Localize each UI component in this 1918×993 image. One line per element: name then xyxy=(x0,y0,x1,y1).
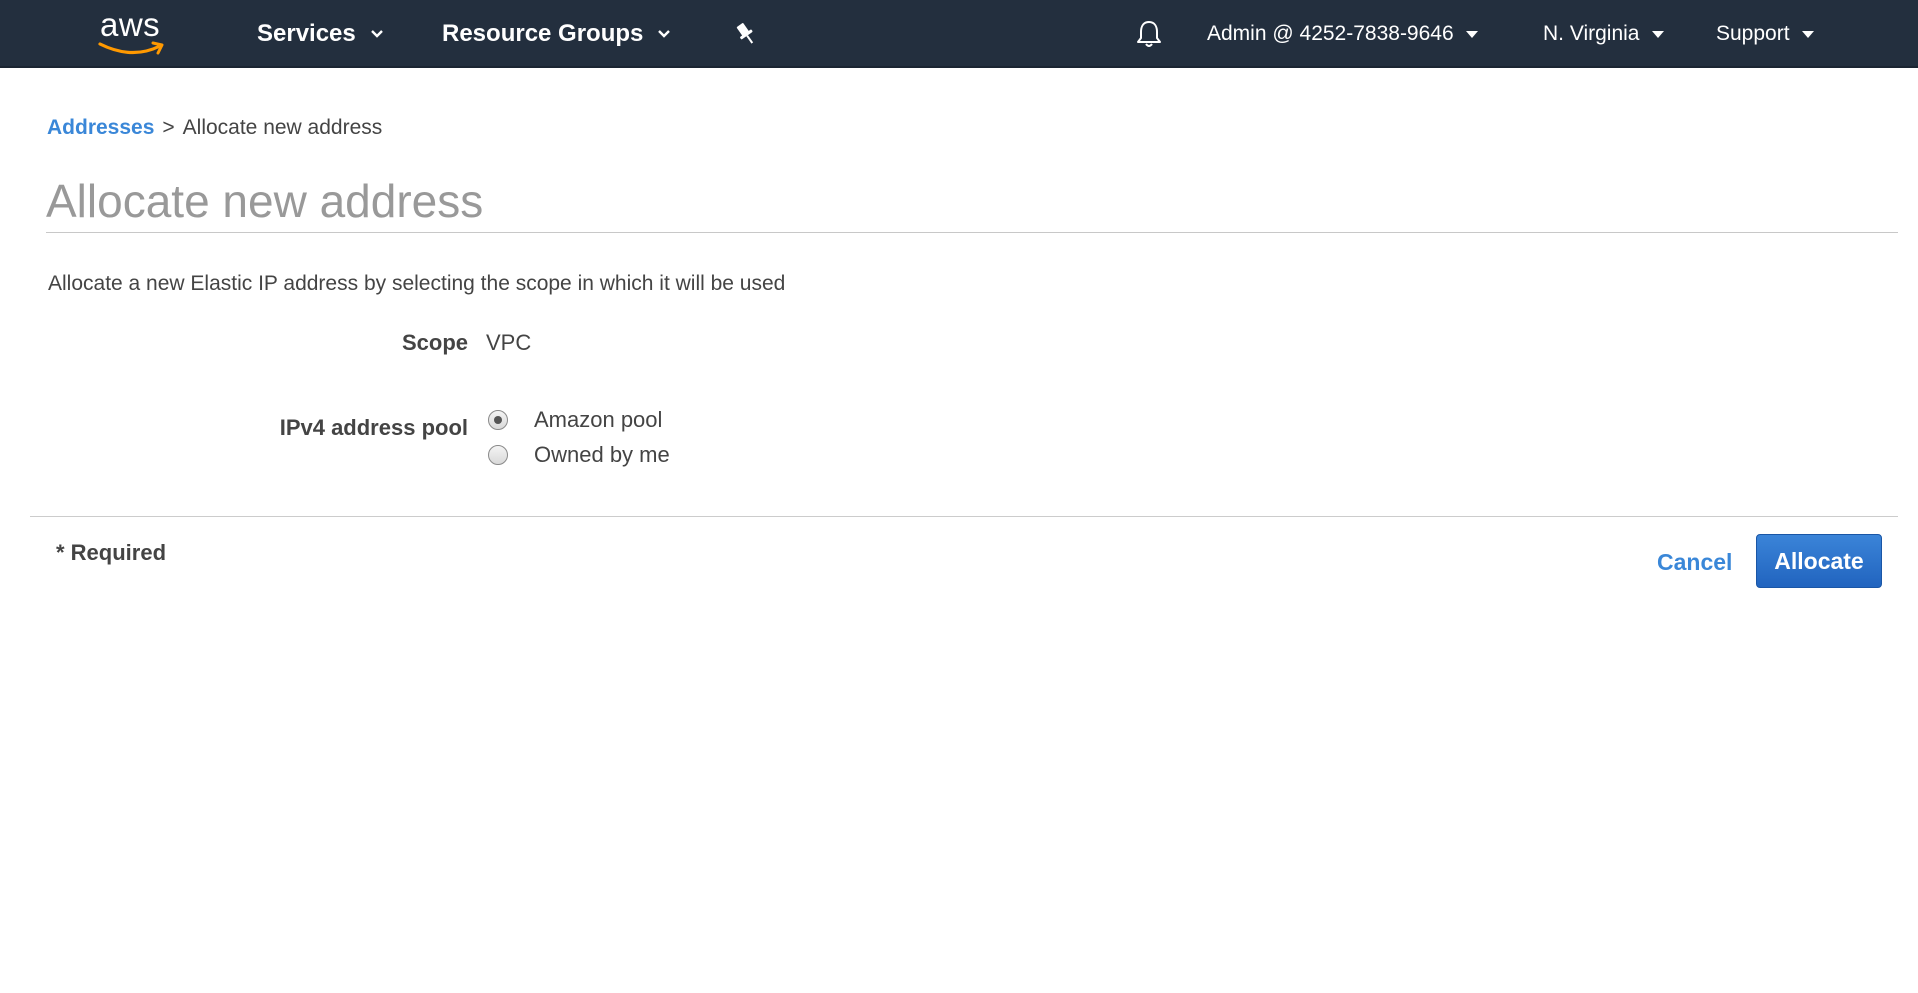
radio-button-amazon-pool[interactable] xyxy=(488,410,508,430)
radio-button-owned-by-me[interactable] xyxy=(488,445,508,465)
chevron-down-icon xyxy=(370,30,383,38)
resource-groups-menu[interactable]: Resource Groups xyxy=(442,0,671,68)
aws-smile-icon xyxy=(98,41,164,55)
footer-divider xyxy=(30,516,1898,517)
breadcrumb-separator: > xyxy=(162,116,175,139)
scope-label: Scope xyxy=(401,330,468,355)
region-menu[interactable]: N. Virginia xyxy=(1543,0,1664,68)
breadcrumb-current: Allocate new address xyxy=(182,116,383,139)
page-description: Allocate a new Elastic IP address by sel… xyxy=(48,272,786,295)
caret-down-icon xyxy=(1465,30,1478,38)
breadcrumb: Addresses > Allocate new address xyxy=(47,116,382,140)
bell-icon xyxy=(1137,21,1161,47)
cancel-button[interactable]: Cancel xyxy=(1657,549,1732,576)
radio-option-amazon-pool[interactable]: Amazon pool xyxy=(488,407,662,433)
support-menu[interactable]: Support xyxy=(1716,0,1814,68)
page-title: Allocate new address xyxy=(46,175,484,227)
resource-groups-menu-label: Resource Groups xyxy=(442,20,644,47)
pin-shortcuts-button[interactable] xyxy=(734,0,758,68)
top-navigation-bar: aws Services Resource Groups Admin @ 425… xyxy=(0,0,1918,68)
caret-down-icon xyxy=(1651,30,1664,38)
required-note: * Required xyxy=(56,540,167,565)
radio-option-owned-by-me[interactable]: Owned by me xyxy=(488,442,670,468)
account-menu-label: Admin @ 4252-7838-9646 xyxy=(1207,22,1454,45)
caret-down-icon xyxy=(1801,30,1814,38)
region-menu-label: N. Virginia xyxy=(1543,22,1640,45)
services-menu-label: Services xyxy=(257,20,356,47)
title-divider xyxy=(46,232,1898,233)
ipv4-pool-label: IPv4 address pool xyxy=(279,415,468,440)
radio-label-owned-by-me[interactable]: Owned by me xyxy=(534,442,670,468)
aws-logo[interactable]: aws xyxy=(98,6,168,58)
services-menu[interactable]: Services xyxy=(257,0,384,68)
scope-value: VPC xyxy=(486,330,532,355)
allocate-button[interactable]: Allocate xyxy=(1756,534,1882,588)
chevron-down-icon xyxy=(658,30,671,38)
support-menu-label: Support xyxy=(1716,22,1790,45)
breadcrumb-link-addresses[interactable]: Addresses xyxy=(47,116,154,139)
radio-label-amazon-pool[interactable]: Amazon pool xyxy=(534,407,662,433)
account-menu[interactable]: Admin @ 4252-7838-9646 xyxy=(1207,0,1478,68)
notifications-button[interactable] xyxy=(1135,0,1163,68)
aws-logo-text: aws xyxy=(100,6,161,43)
pushpin-icon xyxy=(736,23,754,44)
